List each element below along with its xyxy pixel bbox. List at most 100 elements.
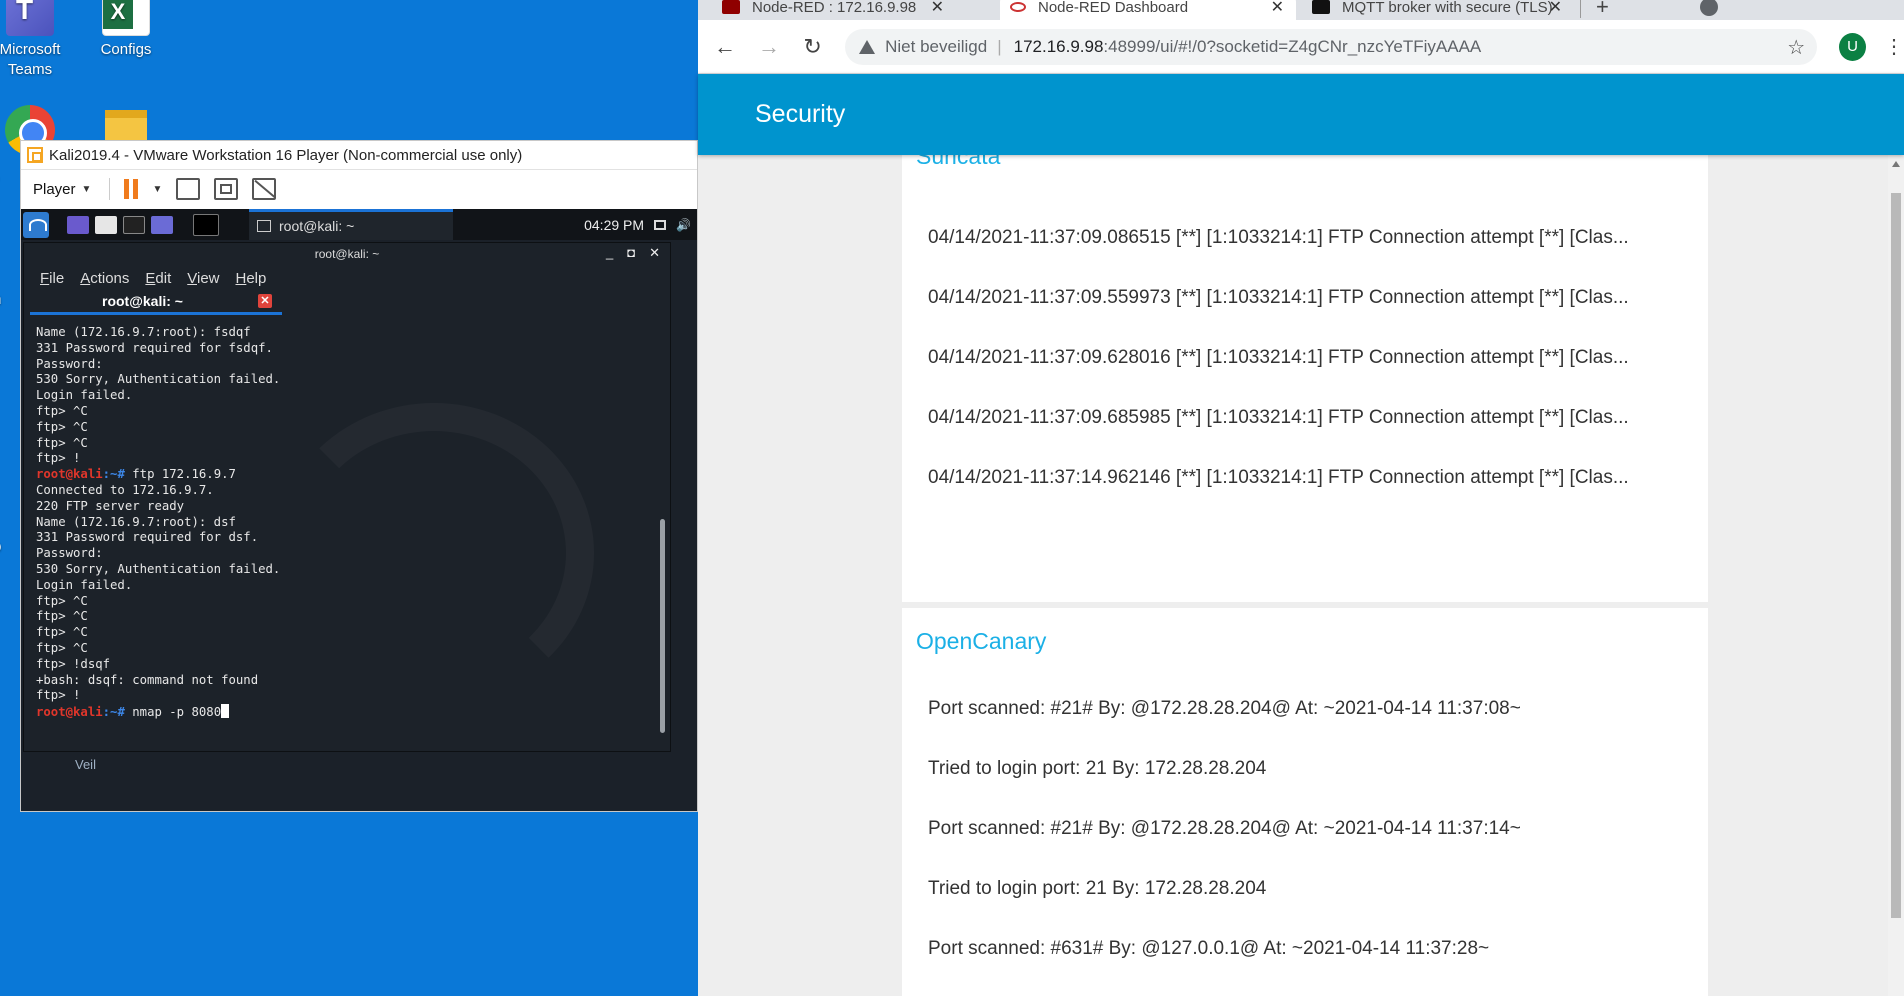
- terminal-window: root@kali: ~ _ ◘ ✕ File Actions Edit Vie…: [23, 242, 671, 752]
- desktop-icon-configs[interactable]: Configs: [84, 0, 168, 60]
- terminal-line-text: ftp> !dsqf: [36, 656, 111, 671]
- terminal-line: ftp> ^C: [36, 625, 644, 641]
- tab-search-icon[interactable]: [1700, 0, 1718, 16]
- terminal-scrollbar[interactable]: [660, 519, 665, 733]
- prompt-path: :~#: [102, 467, 125, 482]
- terminal-menubar: File Actions Edit View Help: [24, 265, 670, 291]
- terminal-line-text: ftp> ^C: [36, 640, 88, 655]
- terminal-tab[interactable]: root@kali: ~ ✕: [30, 291, 282, 315]
- list-item[interactable]: Tried to login port: 21 By: 172.28.28.20…: [928, 758, 1266, 780]
- player-menu-label: Player: [33, 180, 76, 198]
- terminal-line: ftp> ^C: [36, 609, 644, 625]
- menu-help[interactable]: Help: [236, 270, 267, 287]
- menu-file[interactable]: File: [40, 270, 64, 287]
- desktop-partial-label: em: [0, 290, 14, 310]
- list-item[interactable]: Port scanned: #21# By: @172.28.28.204@ A…: [928, 698, 1521, 720]
- list-item[interactable]: 04/14/2021-11:37:09.086515 [**] [1:10332…: [928, 227, 1629, 249]
- terminal-line: 331 Password required for dsf.: [36, 530, 644, 546]
- vmware-titlebar[interactable]: Kali2019.4 - VMware Workstation 16 Playe…: [21, 141, 697, 170]
- bookmark-star-icon[interactable]: ☆: [1787, 35, 1805, 60]
- unity-button[interactable]: [252, 178, 277, 200]
- node-red-favicon-icon: [722, 0, 740, 14]
- send-ctrl-alt-del-button[interactable]: [176, 178, 201, 200]
- screen-recorder-icon[interactable]: [151, 215, 173, 234]
- minimize-icon[interactable]: _: [606, 245, 613, 261]
- desktop-icon-label: Configs: [100, 41, 152, 58]
- new-tab-icon[interactable]: +: [1596, 0, 1609, 20]
- list-item[interactable]: Tried to login port: 21 By: 172.28.28.20…: [928, 878, 1266, 900]
- security-indicator[interactable]: Niet beveiligd: [885, 37, 987, 57]
- tab-strip: Node-RED : 172.16.9.98 ✕ Node-RED Dashbo…: [698, 0, 1904, 20]
- close-tab-icon[interactable]: ✕: [931, 0, 944, 17]
- profile-avatar[interactable]: U: [1839, 32, 1866, 61]
- terminal-line-text: Name (172.16.9.7:root): fsdqf: [36, 325, 251, 339]
- more-menu-icon[interactable]: ⋮: [1884, 34, 1904, 59]
- terminal-line: Password:: [36, 357, 644, 373]
- terminal-line-text: ftp 172.16.9.7: [124, 467, 236, 482]
- terminal-line-text: 220 FTP server ready: [36, 498, 185, 513]
- kali-menu-icon[interactable]: [23, 211, 49, 238]
- terminal-icon[interactable]: [123, 215, 145, 234]
- terminal-output[interactable]: Name (172.16.9.7:root): fsdqf 331 Passwor…: [24, 323, 656, 751]
- address-bar[interactable]: Niet beveiligd | 172.16.9.98:48999/ui/#!…: [845, 28, 1818, 65]
- list-item[interactable]: 04/14/2021-11:37:09.685985 [**] [1:10332…: [928, 407, 1629, 429]
- browser-tab-dashboard[interactable]: Node-RED Dashboard ✕: [1000, 0, 1296, 20]
- terminal-line-text: 331 Password required for dsf.: [36, 530, 259, 545]
- terminal-line: 220 FTP server ready: [36, 499, 644, 515]
- terminal-line-text: nmap -p 8080: [124, 705, 222, 720]
- vm-guest-screen[interactable]: root@kali: ~ 04:29 PM 🔊 root@kali: ~ _ ◘…: [21, 209, 697, 811]
- fit-guest-button[interactable]: [214, 178, 239, 200]
- list-item[interactable]: Port scanned: #21# By: @172.28.28.204@ A…: [928, 818, 1521, 840]
- terminal-line: ftp> !: [36, 688, 644, 704]
- player-menu-button[interactable]: Player ▼: [29, 177, 95, 202]
- workspace-icon[interactable]: [67, 215, 89, 234]
- scroll-up-icon[interactable]: [1892, 161, 1900, 167]
- mqtt-favicon-icon: [1312, 0, 1330, 14]
- tab-label: Node-RED Dashboard: [1038, 0, 1189, 16]
- back-arrow-icon[interactable]: ←: [714, 34, 736, 60]
- address-divider: |: [997, 36, 1002, 56]
- terminal-line: root@kali:~# ftp 172.16.9.7: [36, 467, 644, 483]
- menu-edit[interactable]: Edit: [145, 270, 171, 287]
- browser-tab-mqtt[interactable]: MQTT broker with secure (TLS) ✕: [1302, 0, 1574, 20]
- pause-dropdown-icon[interactable]: ▼: [152, 184, 162, 195]
- terminal-line-text: Login failed.: [36, 388, 133, 403]
- taskbar-terminal-item[interactable]: root@kali: ~: [249, 209, 453, 240]
- warning-icon[interactable]: [859, 39, 876, 54]
- scrollbar-thumb[interactable]: [1891, 193, 1901, 918]
- suricata-card: Suricata 04/14/2021-11:37:09.086515 [**]…: [902, 155, 1708, 602]
- menu-view[interactable]: View: [187, 270, 219, 287]
- page-scrollbar[interactable]: [1888, 155, 1904, 996]
- prompt-path: :~#: [102, 705, 125, 720]
- maximize-icon[interactable]: ◘: [627, 245, 635, 261]
- list-item[interactable]: 04/14/2021-11:37:14.962146 [**] [1:10332…: [928, 467, 1629, 489]
- close-tab-icon[interactable]: ✕: [1271, 0, 1284, 17]
- terminal-line: ftp> !dsqf: [36, 657, 644, 673]
- reload-icon[interactable]: ↻: [802, 34, 823, 60]
- file-manager-icon[interactable]: [95, 215, 117, 234]
- browser-tab-node-red[interactable]: Node-RED : 172.16.9.98 ✕: [712, 0, 956, 20]
- close-tab-icon[interactable]: ✕: [258, 294, 272, 308]
- terminal-line: 331 Password required for fsdqf.: [36, 341, 644, 357]
- browser-toolbar: ← → ↻ Niet beveiligd | 172.16.9.98:48999…: [698, 20, 1904, 74]
- terminal-titlebar[interactable]: root@kali: ~ _ ◘ ✕: [24, 243, 670, 265]
- text-cursor: [221, 704, 230, 719]
- list-item[interactable]: Port scanned: #631# By: @127.0.0.1@ At: …: [928, 938, 1489, 960]
- terminal-line-text: Connected to 172.16.9.7.: [36, 482, 214, 497]
- workspace-switcher-icon[interactable]: [193, 213, 219, 236]
- terminal-line-text: ftp> ^C: [36, 625, 88, 640]
- list-item[interactable]: 04/14/2021-11:37:09.559973 [**] [1:10332…: [928, 287, 1629, 309]
- close-tab-icon[interactable]: ✕: [1549, 0, 1562, 17]
- tab-divider: [1580, 0, 1581, 18]
- clock[interactable]: 04:29 PM: [584, 217, 644, 233]
- close-icon[interactable]: ✕: [649, 245, 660, 261]
- menu-actions[interactable]: Actions: [80, 270, 129, 287]
- list-item[interactable]: 04/14/2021-11:37:09.628016 [**] [1:10332…: [928, 347, 1629, 369]
- vm-desktop-label: Veil: [75, 757, 96, 772]
- terminal-line: root@kali:~# nmap -p 8080: [36, 704, 644, 721]
- desktop-icon-teams[interactable]: Microsoft Teams: [0, 0, 72, 79]
- volume-icon[interactable]: 🔊: [676, 218, 691, 232]
- display-icon[interactable]: [654, 219, 667, 230]
- pause-button[interactable]: [124, 179, 139, 199]
- forward-arrow-icon[interactable]: →: [758, 34, 780, 60]
